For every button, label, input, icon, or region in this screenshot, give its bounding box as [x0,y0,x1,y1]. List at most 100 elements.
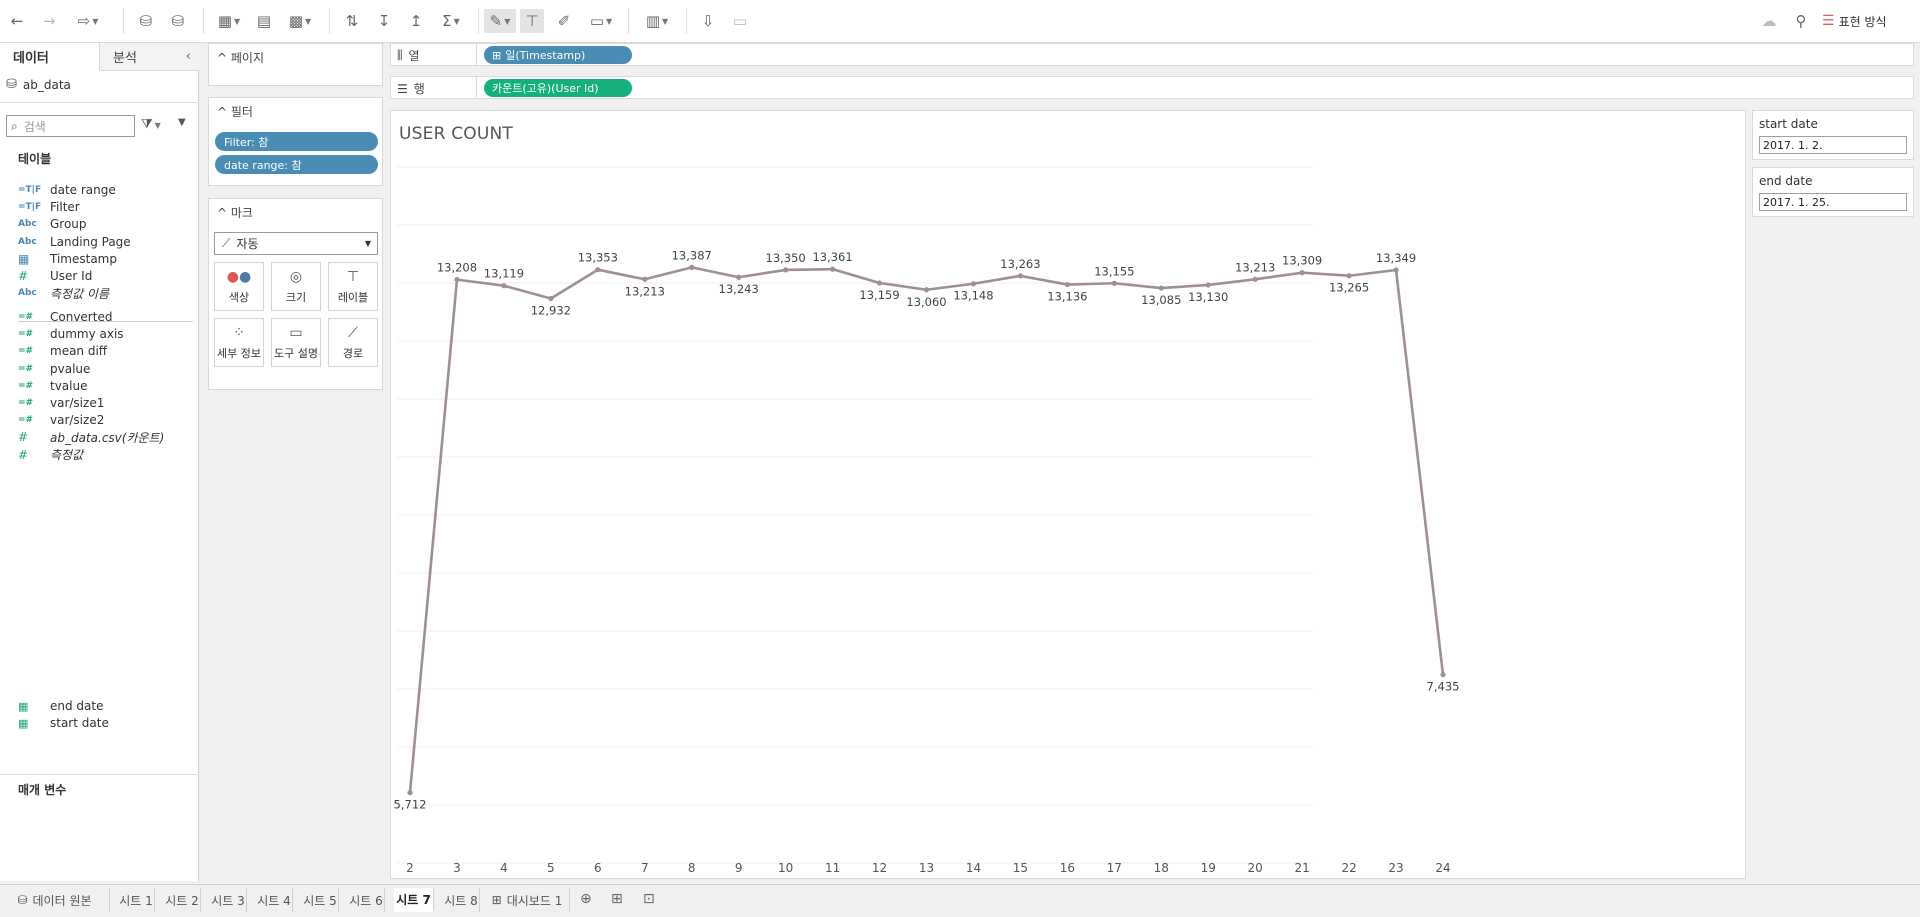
datasource-item[interactable]: ⛁ ab_data [6,77,71,92]
end-date-input[interactable]: 2017. 1. 25. [1759,193,1907,211]
field-item[interactable]: Abc Landing Page [18,233,131,251]
data-point[interactable] [595,267,601,273]
data-point[interactable] [1440,672,1446,678]
data-point[interactable] [829,266,836,272]
data-point[interactable] [923,287,930,293]
new-sheet-icon[interactable]: ▦ ▼ [214,9,244,33]
collapse-pane-icon[interactable]: ‹ [186,49,191,64]
redo-icon[interactable]: → [38,9,60,33]
field-item[interactable]: =T|F date range [18,181,116,199]
pause-update-icon[interactable]: ⛁ [166,9,190,33]
field-item[interactable]: =# var/size1 [18,394,104,412]
size-button[interactable]: ◎ 크기 [271,262,321,311]
field-item[interactable]: =# var/size2 [18,411,104,429]
pages-card[interactable]: ^ 페이지 [208,43,383,86]
tab-sheet-8[interactable]: 시트 8 [443,888,480,912]
sort-asc-icon[interactable]: ↧ [372,9,396,33]
tab-sheet-4[interactable]: 시트 4 [256,888,293,912]
sort-desc-icon[interactable]: ↥ [404,9,428,33]
chart-type-icon[interactable]: ▥ ▼ [640,9,674,33]
field-item[interactable]: =# tvalue [18,377,87,395]
data-point[interactable] [1158,285,1164,291]
viz-area[interactable]: USER COUNT 5,712 2 13,208 3 13,119 4 12,932 5 13… [390,110,1746,879]
field-item[interactable]: =T|F Filter [18,198,80,216]
collapse-icon[interactable]: ^ [217,206,227,220]
data-point[interactable] [1299,270,1305,276]
tab-sheet-1[interactable]: 시트 1 [118,888,155,912]
label-button[interactable]: ⊤ 레이블 [328,262,378,311]
tab-sheet-6[interactable]: 시트 6 [348,888,385,912]
filter-pill[interactable]: date range: 참 [215,155,378,174]
tooltip-button[interactable]: ▭ 도구 설명 [271,318,321,367]
undo-icon[interactable]: ← [6,9,28,33]
data-point[interactable] [1252,276,1258,282]
highlight-icon[interactable]: ✎ ▼ [484,9,516,33]
field-item[interactable]: # User Id [18,267,92,285]
data-point[interactable] [1064,281,1070,288]
color-button[interactable]: ● ● 색상 [214,262,264,311]
format-icon[interactable]: ✐ [552,9,576,33]
show-labels-icon[interactable]: ⊤ [520,9,544,33]
data-point[interactable] [1017,273,1024,279]
data-point[interactable] [876,280,883,286]
rows-shelf[interactable]: ☰ 행 카운트(고유)(User Id) [390,76,1914,99]
detail-button[interactable]: ⁘ 세부 정보 [214,318,264,367]
start-date-input[interactable]: 2017. 1. 2. [1759,136,1907,154]
field-item[interactable]: # 측정값 [18,446,83,464]
pin-icon[interactable]: ⚲ [1789,9,1813,33]
field-item[interactable]: =# dummy axis [18,325,124,343]
rows-pill[interactable]: 카운트(고유)(User Id) [484,79,632,97]
tab-data[interactable]: 데이터 [0,43,99,71]
tab-sheet-2[interactable]: 시트 2 [164,888,201,912]
clear-sheet-icon[interactable]: ▩ ▼ [284,9,316,33]
columns-shelf[interactable]: ⫼ 열 ⊞ 일(Timestamp) [390,43,1914,66]
tab-analysis[interactable]: 분석 ‹ [99,43,199,71]
data-point[interactable] [689,264,695,270]
collapse-icon[interactable]: ^ [217,105,227,119]
filter-pill[interactable]: Filter: 참 [215,132,378,151]
show-me-button[interactable]: ☰ 표현 방식 [1822,9,1912,33]
data-point[interactable] [642,276,648,282]
filter-fields-icon[interactable]: ⧩ ▼ [141,117,161,132]
cloud-icon[interactable]: ☁ [1757,9,1781,33]
new-story-icon[interactable]: ⊡ [643,891,655,907]
field-item[interactable]: Abc 측정값 이름 [18,284,109,302]
duplicate-sheet-icon[interactable]: ▤ [252,9,276,33]
field-item[interactable]: =# Converted [18,308,112,326]
totals-icon[interactable]: Σ ▼ [436,9,466,33]
data-point[interactable] [501,283,507,289]
tab-sheet-7[interactable]: 시트 7 [394,888,434,912]
parameter-item[interactable]: ▦ start date [18,714,109,732]
field-item[interactable]: # ab_data.csv(카운트) [18,428,164,446]
columns-pill[interactable]: ⊞ 일(Timestamp) [484,46,632,64]
download-icon[interactable]: ⇩ [696,9,720,33]
marks-type-select[interactable]: ⟋ 자동 ▼ [214,232,378,255]
data-point[interactable] [783,267,789,273]
tab-sheet-5[interactable]: 시트 5 [302,888,339,912]
line-chart[interactable]: 5,712 2 13,208 3 13,119 4 12,932 5 13,353 6 13,213… [391,111,1747,880]
collapse-icon[interactable]: ^ [217,51,227,65]
field-item[interactable]: Abc Group [18,215,87,233]
new-worksheet-icon[interactable]: ⊕ [580,891,592,907]
data-point[interactable] [548,295,554,302]
field-item[interactable]: =# mean diff [18,342,107,360]
fit-icon[interactable]: ▭ ▼ [584,9,618,33]
filters-card[interactable]: ^ 필터 Filter: 참 date range: 참 [208,97,383,186]
new-dashboard-icon[interactable]: ⊞ [611,891,623,907]
tab-dashboard-1[interactable]: ⊞ 대시보드 1 [485,888,570,912]
chevron-down-icon[interactable]: ▼ [178,117,186,128]
search-input[interactable]: ⌕ 검색 [6,115,135,137]
data-point[interactable] [736,274,742,280]
data-point[interactable] [1393,267,1399,273]
marks-card[interactable]: ^ 마크 ⟋ 자동 ▼ ● ● 색상 ◎ 크기 ⊤ 레이블 ⁘ 세부 정보 ▭ … [208,198,383,390]
data-point[interactable] [970,281,977,287]
swap-icon[interactable]: ⇅ [340,9,364,33]
data-point[interactable] [1111,280,1117,286]
tab-datasource[interactable]: ⛁ 데이터 원본 [0,888,110,912]
path-button[interactable]: ⟋ 경로 [328,318,378,367]
parameter-item[interactable]: ▦ end date [18,697,103,715]
data-point[interactable] [1205,282,1211,288]
replay-icon[interactable]: ⇨ ▼ [68,9,108,33]
new-datasource-icon[interactable]: ⛁ [134,9,158,33]
data-point[interactable] [454,277,460,283]
